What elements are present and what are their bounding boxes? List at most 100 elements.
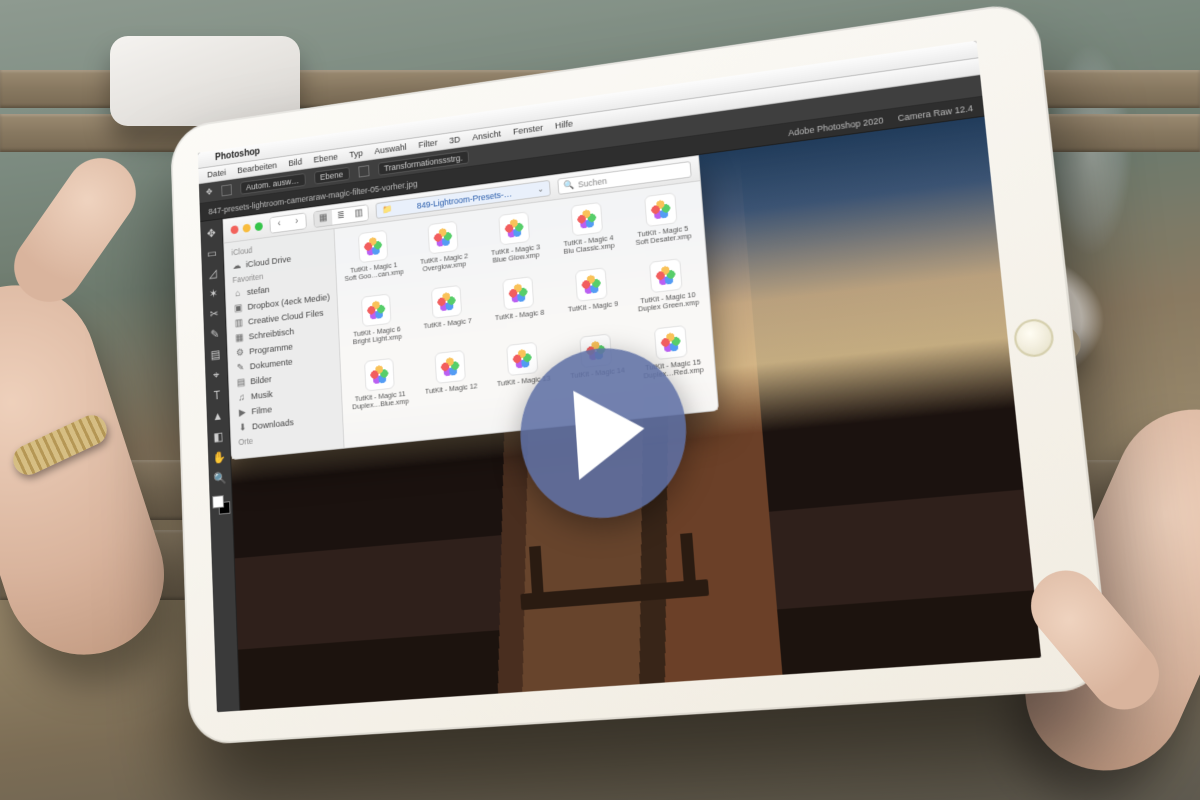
- xmp-file-icon: [649, 258, 683, 293]
- canvas[interactable]: ‹ › ▦ ≣ ▥ 📁: [222, 117, 1041, 711]
- search-placeholder: Suchen: [578, 176, 608, 189]
- search-icon: 🔍: [563, 179, 574, 191]
- sidebar-item-icon: ▦: [234, 332, 244, 343]
- file-name-line2: Duplex…Red.xmp: [643, 366, 704, 380]
- xmp-file-icon: [498, 211, 530, 245]
- traffic-lights: [231, 222, 263, 234]
- tool-button[interactable]: ▤: [206, 344, 226, 365]
- sidebar-item-icon: ♫: [237, 392, 247, 403]
- sidebar-item-label: Bilder: [250, 374, 272, 387]
- plugin-name: Camera Raw 12.4: [897, 103, 973, 123]
- menu-auswahl[interactable]: Auswahl: [374, 142, 407, 157]
- outdoor-scene: Photoshop DateiBearbeitenBildEbeneTypAus…: [0, 0, 1200, 800]
- sidebar-item-icon: ▥: [234, 317, 244, 328]
- menu-fenster[interactable]: Fenster: [513, 122, 544, 137]
- file-item[interactable]: TutKit - Magic 9: [556, 265, 629, 335]
- sidebar-item-label: stefan: [247, 284, 270, 297]
- chevron-left-icon[interactable]: ‹: [270, 215, 288, 232]
- menu-ebene[interactable]: Ebene: [313, 151, 338, 164]
- file-item[interactable]: TutKit - Magic 5Soft Desater.xmp: [626, 190, 700, 261]
- tool-button[interactable]: ✂: [204, 303, 224, 324]
- file-name-line1: TutKit - Magic 8: [495, 309, 545, 322]
- menu-ansicht[interactable]: Ansicht: [472, 128, 501, 142]
- menu-typ[interactable]: Typ: [349, 148, 363, 160]
- file-item[interactable]: TutKit - Magic 10Duplex Green.xmp: [630, 256, 704, 327]
- file-name-line1: TutKit - Magic 15: [645, 358, 701, 372]
- xmp-file-icon: [654, 325, 688, 360]
- file-item[interactable]: TutKit - Magic 12: [416, 348, 486, 417]
- file-item[interactable]: TutKit - Magic 6Bright Light.xmp: [343, 291, 410, 359]
- tool-button[interactable]: ▲: [208, 406, 228, 427]
- menu-3d[interactable]: 3D: [449, 134, 461, 146]
- column-view-icon[interactable]: ▥: [350, 205, 369, 222]
- play-icon: [573, 384, 647, 480]
- sidebar-item-icon: ✎: [236, 362, 246, 373]
- tool-button[interactable]: T: [207, 385, 227, 406]
- xmp-file-icon: [571, 202, 604, 237]
- file-item[interactable]: TutKit - Magic 15Duplex…Red.xmp: [635, 323, 710, 394]
- color-swatches[interactable]: [212, 495, 230, 516]
- menu-datei[interactable]: Datei: [207, 167, 226, 180]
- file-name-line1: TutKit - Magic 7: [423, 317, 472, 330]
- file-item[interactable]: TutKit - Magic 1Soft Goo…can.xmp: [340, 227, 407, 295]
- move-tool-icon[interactable]: ✥: [206, 187, 213, 198]
- tool-button[interactable]: ✥: [202, 223, 222, 244]
- thumb-left: [0, 144, 149, 315]
- tool-button[interactable]: 🔍: [210, 468, 230, 489]
- zoom-icon[interactable]: [255, 222, 263, 231]
- menu-hilfe[interactable]: Hilfe: [555, 118, 574, 131]
- tool-button[interactable]: ⌖: [206, 365, 226, 386]
- chevron-right-icon[interactable]: ›: [288, 213, 306, 230]
- xmp-file-icon: [364, 358, 395, 392]
- sidebar-item-label: Downloads: [252, 417, 294, 432]
- file-item[interactable]: TutKit - Magic 7: [413, 283, 482, 352]
- close-icon[interactable]: [231, 225, 239, 234]
- icon-view-icon[interactable]: ▦: [314, 209, 332, 226]
- tool-button[interactable]: ✎: [205, 324, 225, 345]
- file-name-line1: TutKit - Magic 10: [640, 291, 696, 305]
- chevron-down-icon: ⌄: [537, 184, 544, 193]
- finder-sidebar: iCloud ☁ iCloud Drive Favoriten ⌂stefan▣…: [224, 229, 344, 459]
- bridge-shape: [520, 579, 709, 610]
- sidebar-item-icon: ⬇: [238, 422, 248, 433]
- cloud-icon: ☁: [232, 260, 242, 271]
- tool-button[interactable]: ✶: [204, 283, 224, 304]
- sidebar-item-label: Musik: [251, 389, 273, 402]
- layer-chip[interactable]: Ebene: [314, 166, 350, 184]
- home-button[interactable]: [1012, 317, 1055, 358]
- list-view-icon[interactable]: ≣: [332, 207, 350, 224]
- xmp-file-icon: [358, 230, 388, 264]
- tool-button[interactable]: ✋: [209, 447, 229, 468]
- xmp-file-icon: [502, 276, 534, 310]
- xmp-file-icon: [431, 285, 462, 319]
- sidebar-item-icon: ⌂: [233, 288, 243, 299]
- nav-back-forward[interactable]: ‹ ›: [269, 212, 306, 233]
- xmp-file-icon: [575, 267, 608, 302]
- sidebar-item-label: iCloud Drive: [246, 254, 292, 270]
- sidebar-item-icon: ⚙: [235, 347, 245, 358]
- tool-button[interactable]: ◿: [203, 263, 223, 284]
- photoshop-workspace: ✥▭◿✶✂✎▤⌖T▲◧✋🔍: [200, 117, 1041, 713]
- screen: Photoshop DateiBearbeitenBildEbeneTypAus…: [198, 41, 1041, 713]
- ipad-device: Photoshop DateiBearbeitenBildEbeneTypAus…: [170, 0, 1112, 746]
- minimize-icon[interactable]: [243, 224, 251, 233]
- menu-filter[interactable]: Filter: [418, 137, 438, 150]
- checkbox[interactable]: [221, 184, 232, 196]
- file-item[interactable]: TutKit - Magic 11Duplex…Blue.xmp: [346, 356, 414, 424]
- checkbox[interactable]: [358, 165, 369, 178]
- file-item[interactable]: TutKit - Magic 3Blue Glow.xmp: [480, 209, 550, 278]
- xmp-file-icon: [434, 350, 465, 384]
- sidebar-item-icon: ▶: [237, 407, 247, 418]
- tool-button[interactable]: ◧: [209, 426, 229, 447]
- menu-bild[interactable]: Bild: [288, 157, 302, 169]
- file-item[interactable]: TutKit - Magic 2Overglow.xmp: [409, 218, 478, 287]
- xmp-file-icon: [645, 192, 678, 227]
- file-name-line1: TutKit - Magic 9: [568, 300, 619, 313]
- file-item[interactable]: TutKit - Magic 4Blu Classic.xmp: [552, 199, 624, 269]
- xmp-file-icon: [506, 342, 538, 376]
- xmp-file-icon: [427, 221, 458, 255]
- view-mode-segmented[interactable]: ▦ ≣ ▥: [313, 204, 369, 228]
- tool-button[interactable]: ▭: [202, 243, 222, 264]
- file-item[interactable]: TutKit - Magic 8: [484, 274, 555, 343]
- file-name-line2: Duplex Green.xmp: [638, 298, 700, 313]
